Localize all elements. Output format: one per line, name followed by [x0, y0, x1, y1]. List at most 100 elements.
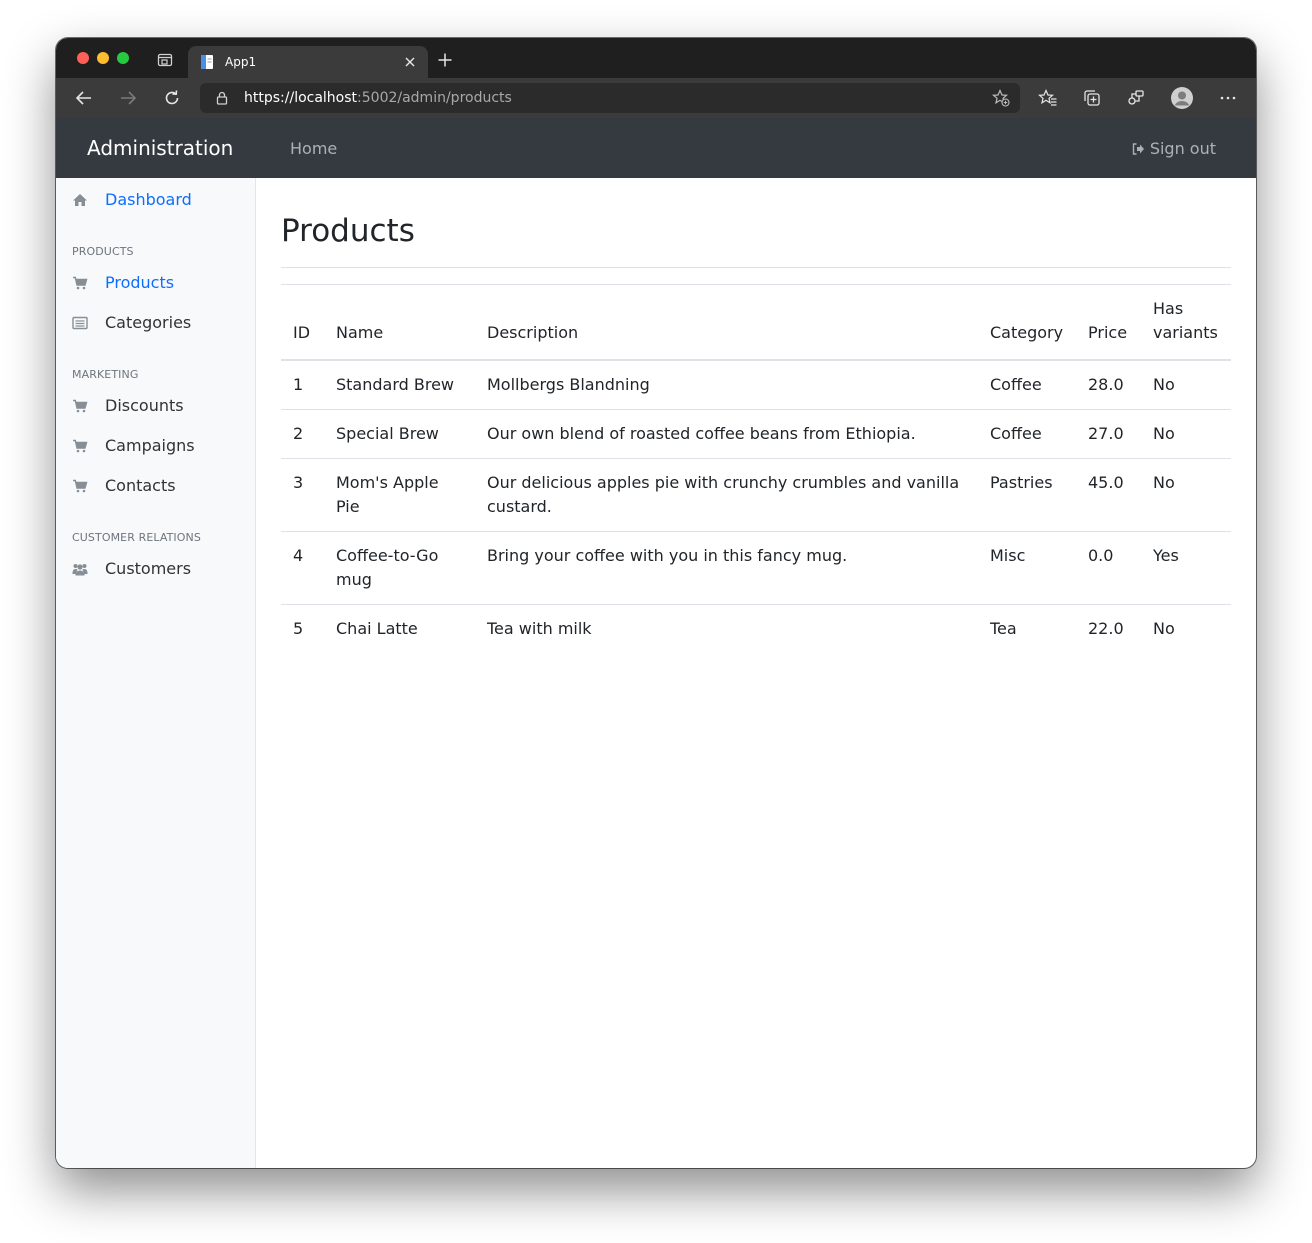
table-row[interactable]: 4 Coffee-to-Go mug Bring your coffee wit… — [281, 531, 1231, 605]
cell-name: Special Brew — [324, 409, 475, 459]
sidebar-item-label: Categories — [105, 313, 192, 332]
sidebar-item-products[interactable]: Products — [72, 271, 174, 295]
cell-category: Misc — [978, 531, 1076, 605]
shopping-cart-icon — [73, 276, 88, 290]
cell-price: 45.0 — [1076, 458, 1141, 532]
add-favorite-icon[interactable] — [992, 89, 1010, 107]
close-window-button[interactable] — [77, 52, 89, 64]
new-tab-icon[interactable] — [437, 52, 453, 68]
shopping-cart-icon — [73, 439, 88, 453]
users-icon — [72, 564, 88, 576]
table-row[interactable]: 3 Mom's Apple Pie Our delicious apples p… — [281, 458, 1231, 532]
app-navbar: Administration Home Sign out — [56, 118, 1256, 178]
home-icon — [73, 194, 87, 206]
cell-description: Mollbergs Blandning — [475, 360, 978, 410]
cell-name: Chai Latte — [336, 619, 418, 638]
column-header-description: Description — [475, 284, 978, 361]
sidebar-heading-marketing: MARKETING — [72, 368, 139, 381]
url-path: :5002/admin/products — [357, 90, 512, 106]
cell-description: Tea with milk — [487, 619, 592, 638]
cell-has-variants: No — [1141, 360, 1231, 410]
cell-category: Coffee — [978, 360, 1076, 410]
sidebar-item-customers[interactable]: Customers — [72, 557, 191, 581]
sign-out-link[interactable]: Sign out — [1131, 139, 1216, 159]
more-options-icon[interactable] — [1218, 88, 1238, 108]
brand-title[interactable]: Administration — [87, 135, 233, 161]
column-header-name: Name — [324, 284, 475, 361]
sidebar: Dashboard PRODUCTS Products Categories M… — [56, 178, 256, 1168]
sidebar-item-label: Customers — [105, 559, 192, 578]
cell-category: Pastries — [978, 458, 1076, 532]
cell-category: Tea — [990, 619, 1017, 638]
cell-price: 22.0 — [1088, 619, 1124, 638]
cell-name: Standard Brew — [324, 360, 475, 410]
favorites-icon[interactable] — [1038, 88, 1058, 108]
sidebar-item-dashboard[interactable]: Dashboard — [72, 188, 192, 212]
browser-tab[interactable]: App1 — [188, 46, 428, 78]
cell-description: Bring your coffee with you in this fancy… — [475, 531, 978, 605]
url-text[interactable]: https://localhost:5002/admin/products — [244, 90, 512, 106]
close-tab-icon[interactable] — [402, 54, 418, 70]
shopping-cart-icon — [73, 399, 88, 413]
maximize-window-button[interactable] — [117, 52, 129, 64]
cell-id: 4 — [281, 531, 324, 605]
cell-id: 5 — [293, 619, 304, 638]
cell-has-variants: Yes — [1141, 531, 1231, 605]
forward-arrow-icon[interactable] — [118, 88, 138, 108]
cell-category: Coffee — [978, 409, 1076, 459]
products-table: ID Name Description Category Price Has v… — [281, 284, 1231, 653]
extensions-icon[interactable] — [1126, 88, 1146, 108]
page-title: Products — [281, 213, 415, 249]
nav-home-link[interactable]: Home — [290, 139, 337, 159]
cell-description: Our own blend of roasted coffee beans fr… — [475, 409, 978, 459]
cell-id: 1 — [281, 360, 324, 410]
cell-name: Coffee-to-Go mug — [324, 531, 475, 605]
sidebar-item-contacts[interactable]: Contacts — [72, 474, 176, 498]
sidebar-heading-customer-relations: CUSTOMER RELATIONS — [72, 531, 201, 544]
table-row[interactable]: 5 Chai Latte Tea with milk Tea 22.0 No — [281, 605, 1231, 654]
table-row[interactable]: 1 Standard Brew Mollbergs Blandning Coff… — [281, 360, 1231, 410]
reload-icon[interactable] — [162, 88, 182, 108]
lock-icon[interactable] — [214, 90, 230, 106]
tab-title: App1 — [225, 55, 257, 69]
sidebar-item-discounts[interactable]: Discounts — [72, 394, 184, 418]
cell-name: Mom's Apple Pie — [324, 458, 475, 532]
url-scheme: https:// — [244, 90, 295, 106]
table-row[interactable]: 2 Special Brew Our own blend of roasted … — [281, 409, 1231, 459]
profile-avatar-icon[interactable] — [1170, 86, 1194, 110]
table-header-row: ID Name Description Category Price Has v… — [281, 284, 1231, 361]
cell-has-variants: No — [1153, 619, 1175, 638]
cell-has-variants: No — [1141, 458, 1231, 532]
cell-id: 3 — [281, 458, 324, 532]
back-arrow-icon[interactable] — [74, 88, 94, 108]
address-bar[interactable]: https://localhost:5002/admin/products — [200, 83, 1020, 113]
browser-toolbar: https://localhost:5002/admin/products — [56, 78, 1256, 118]
tab-strip: App1 — [56, 38, 1256, 78]
sidebar-item-label: Discounts — [105, 396, 184, 415]
minimize-window-button[interactable] — [97, 52, 109, 64]
title-divider — [281, 267, 1231, 268]
cell-price: 28.0 — [1076, 360, 1141, 410]
shopping-cart-icon — [73, 479, 88, 493]
column-header-id: ID — [281, 284, 324, 361]
column-header-category: Category — [978, 284, 1076, 361]
sidebar-heading-products: PRODUCTS — [72, 245, 134, 258]
list-alt-icon — [72, 316, 88, 330]
sidebar-item-categories[interactable]: Categories — [72, 311, 191, 335]
cell-has-variants: No — [1141, 409, 1231, 459]
tab-actions-icon[interactable] — [156, 51, 174, 69]
cell-price: 0.0 — [1076, 531, 1141, 605]
page-favicon-icon — [201, 55, 213, 69]
sign-out-label: Sign out — [1149, 139, 1216, 158]
sidebar-item-label: Campaigns — [105, 436, 195, 455]
sidebar-item-label: Dashboard — [105, 190, 192, 209]
cell-description: Our delicious apples pie with crunchy cr… — [475, 458, 978, 532]
cell-price: 27.0 — [1076, 409, 1141, 459]
sidebar-item-campaigns[interactable]: Campaigns — [72, 434, 195, 458]
sidebar-item-label: Products — [105, 273, 175, 292]
cell-id: 2 — [281, 409, 324, 459]
browser-window: App1 https://localhost:5002/admin/produc… — [56, 38, 1256, 1168]
collections-icon[interactable] — [1082, 88, 1102, 108]
sidebar-item-label: Contacts — [105, 476, 176, 495]
url-host: localhost — [294, 90, 358, 106]
